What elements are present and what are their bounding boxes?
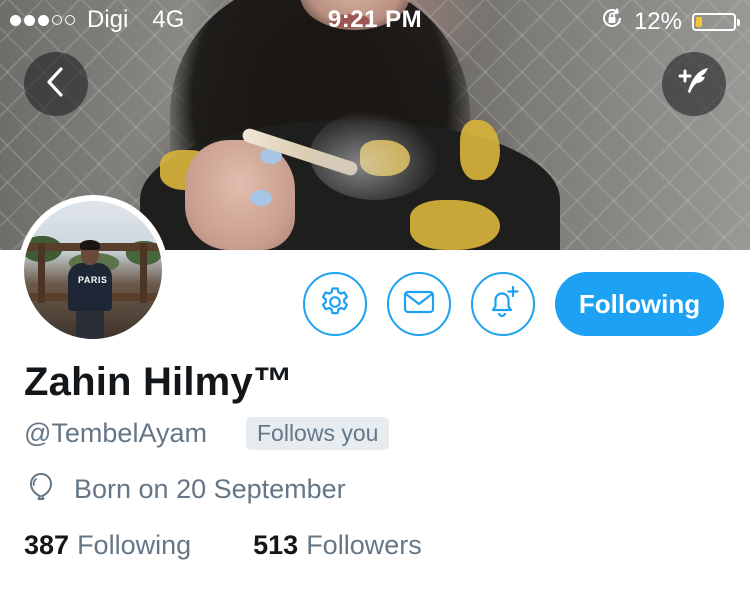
rotation-lock-icon — [600, 6, 624, 37]
banner-nail — [250, 190, 272, 206]
battery-percent: 12% — [633, 7, 682, 35]
followers-count-link[interactable]: 513 Followers — [253, 530, 422, 561]
back-button[interactable] — [24, 52, 88, 116]
status-bar: Digi 4G 9:21 PM 12% — [0, 0, 750, 40]
avatar[interactable]: PARIS — [18, 195, 168, 345]
following-label: Following — [77, 530, 192, 560]
following-count: 387 — [24, 530, 70, 560]
message-button[interactable] — [387, 272, 451, 336]
birth-date-text: Born on 20 September — [74, 474, 346, 504]
following-button[interactable]: Following — [555, 272, 724, 336]
followers-label: Followers — [306, 530, 422, 560]
following-count-link[interactable]: 387 Following — [24, 530, 191, 561]
compose-tweet-icon — [674, 62, 714, 107]
avatar-photo: PARIS — [24, 201, 162, 339]
follow-stats: 387 Following 513 Followers — [24, 530, 422, 561]
followers-count: 513 — [253, 530, 299, 560]
battery-level — [696, 16, 702, 27]
follows-you-badge: Follows you — [246, 417, 390, 450]
birth-date-row: Born on 20 September — [24, 470, 346, 509]
battery-nub — [737, 18, 740, 26]
avatar-person-hair — [80, 240, 100, 250]
profile-handle: @TembelAyam — [24, 418, 207, 448]
avatar-person-legs — [76, 307, 104, 339]
compose-tweet-button[interactable] — [662, 52, 726, 116]
banner-flower — [410, 200, 500, 250]
gear-icon — [318, 285, 352, 324]
balloon-icon — [24, 470, 58, 509]
avatar-railing-post — [140, 243, 147, 303]
battery-icon — [692, 12, 740, 31]
avatar-person-body — [68, 263, 112, 311]
envelope-icon — [402, 288, 436, 321]
notifications-button[interactable] — [471, 272, 535, 336]
avatar-railing-post — [38, 243, 45, 303]
profile-name: Zahin Hilmy™ — [24, 360, 294, 404]
banner-smoke — [310, 110, 440, 200]
status-right: 12% — [600, 6, 740, 37]
avatar-shirt-logo: PARIS — [78, 275, 108, 285]
settings-button[interactable] — [303, 272, 367, 336]
banner-flower — [460, 120, 500, 180]
chevron-left-icon — [43, 66, 69, 103]
bell-plus-icon — [485, 284, 521, 325]
